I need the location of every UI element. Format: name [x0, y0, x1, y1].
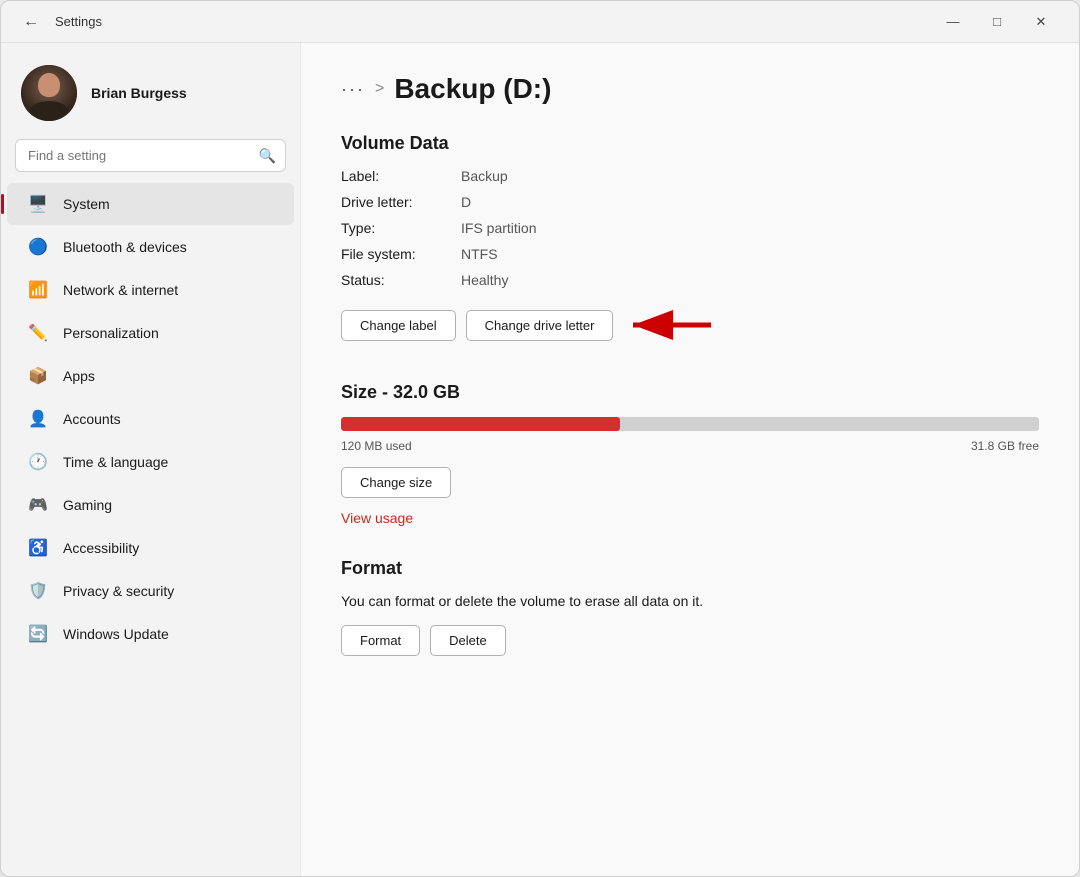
sidebar-item-system[interactable]: 🖥️ System: [7, 183, 294, 225]
sidebar-item-windows-update[interactable]: 🔄 Windows Update: [7, 613, 294, 655]
network-icon: 📶: [27, 279, 49, 301]
minimize-button[interactable]: —: [931, 6, 975, 38]
red-arrow-icon: [623, 308, 713, 342]
view-usage-link[interactable]: View usage: [341, 510, 413, 526]
arrow-indicator: [623, 308, 713, 342]
progress-labels: 120 MB used 31.8 GB free: [341, 439, 1039, 453]
used-label: 120 MB used: [341, 439, 412, 453]
sidebar-item-label-privacy: Privacy & security: [63, 583, 174, 599]
change-size-button[interactable]: Change size: [341, 467, 451, 498]
breadcrumb-dots: ···: [341, 79, 365, 100]
user-profile[interactable]: Brian Burgess: [1, 55, 300, 139]
page-title: Backup (D:): [394, 73, 551, 105]
sidebar-item-label-accessibility: Accessibility: [63, 540, 139, 556]
sidebar-item-label-gaming: Gaming: [63, 497, 112, 513]
sidebar-item-personalization[interactable]: ✏️ Personalization: [7, 312, 294, 354]
storage-progress-bar: [341, 417, 1039, 431]
main-content: ··· > Backup (D:) Volume Data Label: Bac…: [301, 43, 1079, 876]
titlebar: ← Settings — □ ✕: [1, 1, 1079, 43]
sidebar-item-label-accounts: Accounts: [63, 411, 121, 427]
field-label-2: Type:: [341, 220, 461, 236]
window-controls: — □ ✕: [931, 6, 1063, 38]
field-value-3: NTFS: [461, 246, 1039, 262]
settings-window: ← Settings — □ ✕ Brian Burgess: [0, 0, 1080, 877]
user-name: Brian Burgess: [91, 85, 187, 101]
volume-data-table: Label: Backup Drive letter: D Type: IFS …: [341, 168, 1039, 288]
sidebar: Brian Burgess 🔍 🖥️ System 🔵 Bluetooth & …: [1, 43, 301, 876]
search-input[interactable]: [15, 139, 286, 172]
format-description: You can format or delete the volume to e…: [341, 593, 1039, 609]
time-icon: 🕐: [27, 451, 49, 473]
avatar: [21, 65, 77, 121]
storage-used-fill: [341, 417, 620, 431]
free-label: 31.8 GB free: [971, 439, 1039, 453]
field-value-0: Backup: [461, 168, 1039, 184]
system-icon: 🖥️: [27, 193, 49, 215]
format-section-title: Format: [341, 558, 1039, 579]
sidebar-item-apps[interactable]: 📦 Apps: [7, 355, 294, 397]
breadcrumb-separator: >: [375, 80, 384, 98]
sidebar-nav: 🖥️ System 🔵 Bluetooth & devices 📶 Networ…: [1, 182, 300, 656]
field-value-2: IFS partition: [461, 220, 1039, 236]
volume-actions-row: Change label Change drive letter: [341, 308, 1039, 342]
size-section-title: Size - 32.0 GB: [341, 382, 1039, 403]
field-label-3: File system:: [341, 246, 461, 262]
change-drive-letter-button[interactable]: Change drive letter: [466, 310, 614, 341]
format-button[interactable]: Format: [341, 625, 420, 656]
field-value-1: D: [461, 194, 1039, 210]
format-actions-row: Format Delete: [341, 625, 1039, 656]
sidebar-item-bluetooth[interactable]: 🔵 Bluetooth & devices: [7, 226, 294, 268]
sidebar-item-accessibility[interactable]: ♿ Accessibility: [7, 527, 294, 569]
windows-update-icon: 🔄: [27, 623, 49, 645]
sidebar-item-accounts[interactable]: 👤 Accounts: [7, 398, 294, 440]
personalization-icon: ✏️: [27, 322, 49, 344]
field-label-1: Drive letter:: [341, 194, 461, 210]
field-label-4: Status:: [341, 272, 461, 288]
bluetooth-icon: 🔵: [27, 236, 49, 258]
search-box: 🔍: [15, 139, 286, 172]
change-label-button[interactable]: Change label: [341, 310, 456, 341]
titlebar-title: Settings: [55, 14, 931, 29]
content-area: Brian Burgess 🔍 🖥️ System 🔵 Bluetooth & …: [1, 43, 1079, 876]
apps-icon: 📦: [27, 365, 49, 387]
accessibility-icon: ♿: [27, 537, 49, 559]
sidebar-item-label-apps: Apps: [63, 368, 95, 384]
sidebar-item-label-bluetooth: Bluetooth & devices: [63, 239, 187, 255]
field-value-4: Healthy: [461, 272, 1039, 288]
close-button[interactable]: ✕: [1019, 6, 1063, 38]
delete-button[interactable]: Delete: [430, 625, 506, 656]
sidebar-item-label-system: System: [63, 196, 110, 212]
back-button[interactable]: ←: [17, 9, 45, 35]
sidebar-item-privacy[interactable]: 🛡️ Privacy & security: [7, 570, 294, 612]
sidebar-item-network[interactable]: 📶 Network & internet: [7, 269, 294, 311]
breadcrumb: ··· > Backup (D:): [341, 73, 1039, 105]
gaming-icon: 🎮: [27, 494, 49, 516]
maximize-button[interactable]: □: [975, 6, 1019, 38]
volume-data-title: Volume Data: [341, 133, 1039, 154]
sidebar-item-label-network: Network & internet: [63, 282, 178, 298]
sidebar-item-label-personalization: Personalization: [63, 325, 159, 341]
sidebar-item-label-windows-update: Windows Update: [63, 626, 169, 642]
sidebar-item-time[interactable]: 🕐 Time & language: [7, 441, 294, 483]
sidebar-item-label-time: Time & language: [63, 454, 168, 470]
accounts-icon: 👤: [27, 408, 49, 430]
field-label-0: Label:: [341, 168, 461, 184]
size-actions-row: Change size: [341, 467, 1039, 498]
sidebar-item-gaming[interactable]: 🎮 Gaming: [7, 484, 294, 526]
privacy-icon: 🛡️: [27, 580, 49, 602]
